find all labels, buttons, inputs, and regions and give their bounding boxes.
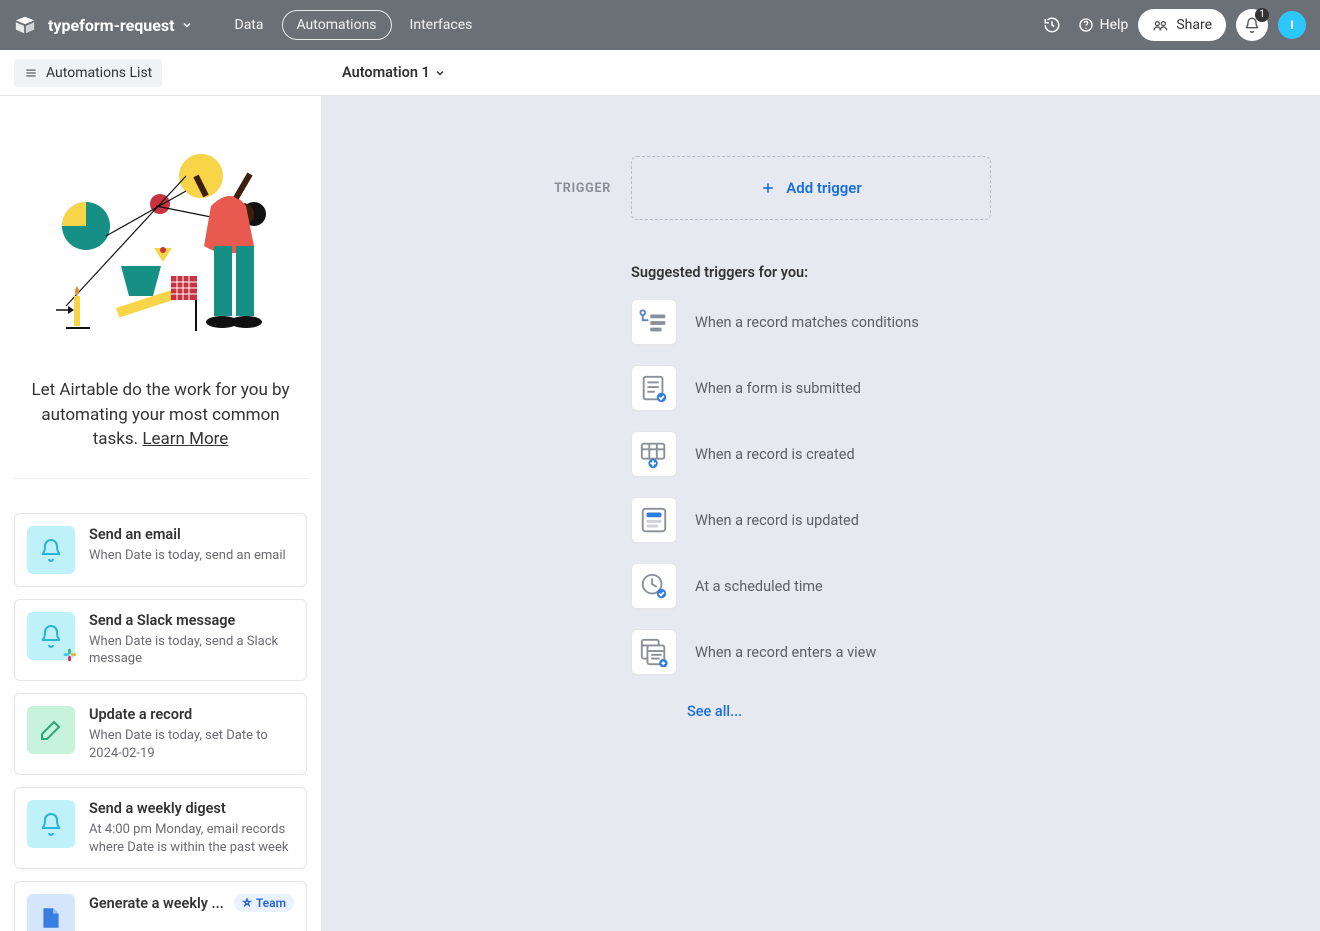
history-icon[interactable]	[1036, 9, 1068, 41]
pencil-icon	[27, 706, 75, 754]
subheader-left: Automations List	[0, 59, 322, 87]
topbar: typeform-request Data Automations Interf…	[0, 0, 1320, 50]
template-body: Generate a weekly ... Team	[89, 894, 294, 912]
suggested-triggers-list: When a record matches conditions When a f…	[631, 299, 1181, 675]
chevron-down-icon	[181, 16, 193, 35]
template-title: Generate a weekly ...	[89, 895, 224, 912]
bell-icon	[27, 526, 75, 574]
template-desc: At 4:00 pm Monday, email records where D…	[89, 821, 294, 856]
trigger-section-label: TRIGGER	[461, 181, 631, 196]
template-desc: When Date is today, send a Slack message	[89, 633, 294, 668]
suggested-trigger-item[interactable]: When a form is submitted	[631, 365, 1181, 411]
automations-list-label: Automations List	[46, 65, 152, 81]
share-button[interactable]: Share	[1138, 9, 1226, 41]
template-desc: When Date is today, send an email	[89, 547, 294, 565]
bell-icon	[27, 800, 75, 848]
trigger-type-icon	[631, 563, 677, 609]
sidebar-illustration	[14, 136, 307, 356]
trigger-type-icon	[631, 431, 677, 477]
suggested-trigger-label: When a record is updated	[695, 512, 859, 529]
sidebar[interactable]: Let Airtable do the work for you by auto…	[0, 96, 322, 931]
top-nav: Data Automations Interfaces	[223, 10, 485, 40]
nav-data[interactable]: Data	[223, 11, 276, 39]
subheader-main: Automation 1	[322, 64, 1320, 81]
help-label: Help	[1100, 17, 1129, 33]
template-title: Send an email	[89, 526, 181, 543]
suggested-trigger-label: When a record enters a view	[695, 644, 876, 661]
add-trigger-label: Add trigger	[786, 179, 862, 197]
canvas[interactable]: TRIGGER Add trigger Suggested triggers f…	[322, 96, 1320, 931]
user-avatar[interactable]: I	[1278, 11, 1306, 39]
template-body: Send a Slack message When Date is today, …	[89, 612, 294, 668]
topbar-right: Help Share 1 I	[1036, 9, 1306, 41]
automation-title-text: Automation 1	[342, 64, 430, 81]
suggested-trigger-item[interactable]: When a record is updated	[631, 497, 1181, 543]
learn-more-link[interactable]: Learn More	[142, 429, 228, 449]
trigger-type-icon	[631, 629, 677, 675]
divider	[14, 478, 307, 479]
sidebar-intro-text: Let Airtable do the work for you by auto…	[14, 378, 307, 452]
help-button[interactable]: Help	[1078, 17, 1129, 33]
nav-interfaces[interactable]: Interfaces	[398, 11, 485, 39]
template-card[interactable]: Send a weekly digest At 4:00 pm Monday, e…	[14, 787, 307, 869]
template-title: Update a record	[89, 706, 192, 723]
base-name-dropdown[interactable]: typeform-request	[48, 16, 193, 35]
template-body: Send a weekly digest At 4:00 pm Monday, e…	[89, 800, 294, 856]
trigger-type-icon	[631, 497, 677, 543]
main-area: Let Airtable do the work for you by auto…	[0, 96, 1320, 931]
team-badge: Team	[234, 894, 294, 912]
template-list: Send an email When Date is today, send an…	[14, 513, 307, 931]
automation-title-dropdown[interactable]: Automation 1	[342, 64, 446, 81]
slack-icon	[61, 646, 79, 664]
notifications-button[interactable]: 1	[1236, 9, 1268, 41]
trigger-type-icon	[631, 365, 677, 411]
menu-icon	[24, 66, 38, 80]
suggested-trigger-label: When a record matches conditions	[695, 314, 919, 331]
app-logo-icon	[14, 14, 36, 36]
template-title: Send a Slack message	[89, 612, 235, 629]
template-desc: When Date is today, set Date to 2024-02-…	[89, 727, 294, 762]
chevron-down-icon	[434, 67, 446, 79]
base-name-text: typeform-request	[48, 16, 175, 35]
gdoc-icon	[27, 894, 75, 931]
suggested-trigger-item[interactable]: When a record enters a view	[631, 629, 1181, 675]
suggested-trigger-label: At a scheduled time	[695, 578, 823, 595]
template-card[interactable]: Update a record When Date is today, set D…	[14, 693, 307, 775]
template-card[interactable]: Generate a weekly ... Team	[14, 881, 307, 931]
template-body: Update a record When Date is today, set D…	[89, 706, 294, 762]
share-label: Share	[1176, 17, 1212, 33]
suggested-trigger-label: When a record is created	[695, 446, 855, 463]
add-trigger-button[interactable]: Add trigger	[631, 156, 991, 220]
suggested-trigger-item[interactable]: When a record matches conditions	[631, 299, 1181, 345]
template-body: Send an email When Date is today, send an…	[89, 526, 294, 565]
suggested-trigger-item[interactable]: At a scheduled time	[631, 563, 1181, 609]
template-title: Send a weekly digest	[89, 800, 226, 817]
subheader: Automations List Automation 1	[0, 50, 1320, 96]
template-card[interactable]: Send an email When Date is today, send an…	[14, 513, 307, 587]
bell-icon	[27, 612, 75, 660]
avatar-initial: I	[1290, 18, 1294, 32]
suggested-triggers-title: Suggested triggers for you:	[631, 264, 1181, 281]
template-card[interactable]: Send a Slack message When Date is today, …	[14, 599, 307, 681]
nav-automations[interactable]: Automations	[282, 10, 392, 40]
suggested-trigger-label: When a form is submitted	[695, 380, 861, 397]
trigger-type-icon	[631, 299, 677, 345]
suggested-trigger-item[interactable]: When a record is created	[631, 431, 1181, 477]
see-all-link[interactable]: See all...	[687, 703, 1181, 720]
plus-icon	[760, 180, 776, 196]
notification-badge: 1	[1255, 8, 1269, 22]
automations-list-toggle[interactable]: Automations List	[14, 59, 162, 87]
